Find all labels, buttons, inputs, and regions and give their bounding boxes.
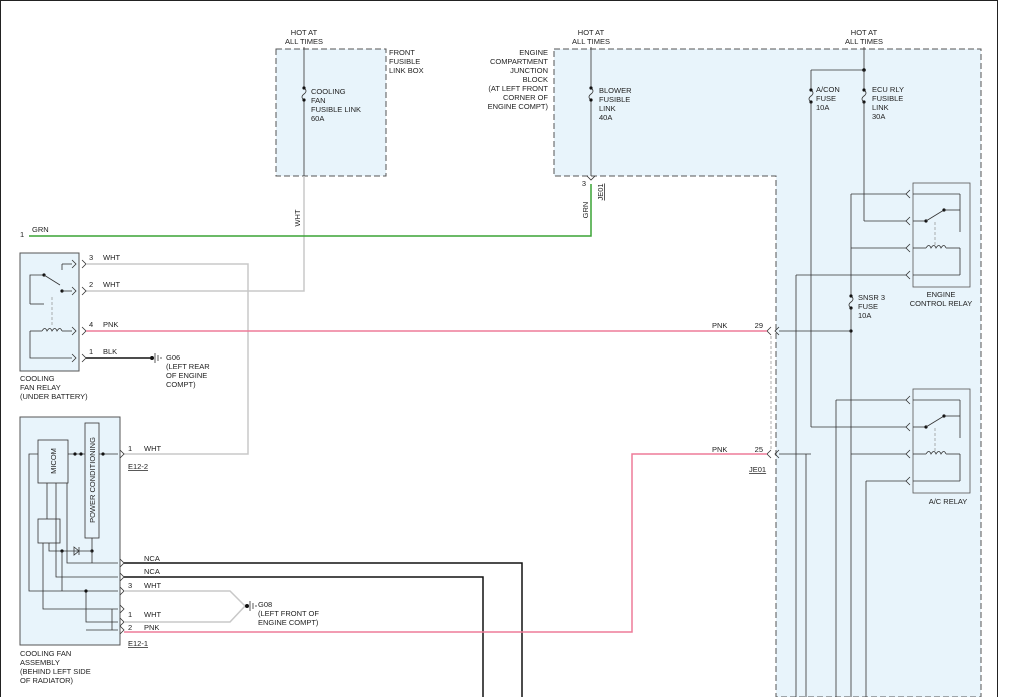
assembly-pin-2-num: 2	[128, 623, 132, 632]
ac-relay-label: A/C RELAY	[929, 497, 968, 506]
front-fusible-link-box: HOT AT ALL TIMES COOLING FAN FUSIBLE LINK 60…	[275, 28, 424, 177]
junction-block-label: ENGINE COMPARTMENT JUNCTION BLOCK (AT LEFT F…	[488, 48, 549, 111]
nca-label-1: NCA	[144, 554, 160, 563]
assembly-pin-3-num: 3	[128, 581, 132, 590]
je01-pin-25: 25	[755, 445, 763, 454]
wht-wire-vertical-label: WHT	[293, 209, 302, 226]
assembly-pin-1-wire: WHT	[144, 610, 161, 619]
cooling-fan-relay: COOLING FAN RELAY (UNDER BATTERY)	[19, 252, 88, 401]
hot-label-1: HOT AT ALL TIMES	[285, 28, 323, 46]
pnk-label-upper: PNK	[712, 321, 727, 330]
engine-compartment-junction-block: ENGINE COMPARTMENT JUNCTION BLOCK (AT LEFT F…	[488, 28, 982, 697]
assembly-pin-3-wire: WHT	[144, 581, 161, 590]
ground-g08-label: G08 (LEFT FRONT OF ENGINE COMPT)	[258, 600, 319, 627]
cooling-fan-assembly: MICOM POWER CONDITIONING COOLING FAN ASS…	[19, 416, 125, 685]
relay-pin-1-num: 1	[89, 347, 93, 356]
relay-pin-1-wire: BLK	[103, 347, 117, 356]
relay-pin-3-num: 3	[89, 253, 93, 262]
wiring-diagram: HOT AT ALL TIMES COOLING FAN FUSIBLE LINK 60…	[0, 0, 998, 697]
pnk-label-lower: PNK	[712, 445, 727, 454]
cooling-fan-relay-label: COOLING FAN RELAY (UNDER BATTERY)	[20, 374, 88, 401]
cooling-fan-assembly-label: COOLING FAN ASSEMBLY (BEHIND LEFT SIDE OF R…	[20, 649, 91, 685]
assembly-pin-2-wire: PNK	[144, 623, 159, 632]
assembly-pin-1-num: 1	[128, 610, 132, 619]
hot-label-2: HOT AT ALL TIMES	[572, 28, 610, 46]
nca-label-2: NCA	[144, 567, 160, 576]
front-fusible-box-label: FRONT FUSIBLE LINK BOX	[389, 48, 424, 75]
e12-2-connector: E12-2	[128, 462, 148, 471]
e12-2-pin-wire: WHT	[144, 444, 161, 453]
je01-connector-bottom: JE01	[749, 465, 766, 474]
ground-g06-symbol	[150, 353, 162, 363]
left-grn-pin-num: 1	[20, 230, 24, 239]
e12-2-pin-num: 1	[128, 444, 132, 453]
grn-wire-vertical-label: GRN	[581, 202, 590, 219]
e12-1-connector: E12-1	[128, 639, 148, 648]
relay-pin-4-num: 4	[89, 320, 93, 329]
ground-g08-symbol	[245, 601, 257, 611]
micom-label: MICOM	[49, 448, 58, 474]
je01-connector-top: JE01	[596, 183, 605, 200]
je01-pin-3: 3	[582, 179, 586, 188]
ground-g06-label: G06 (LEFT REAR OF ENGINE COMPT)	[166, 353, 210, 389]
je01-pin-29: 29	[755, 321, 763, 330]
relay-pin-2-wire: WHT	[103, 280, 120, 289]
relay-pin-3-wire: WHT	[103, 253, 120, 262]
relay-pin-2-num: 2	[89, 280, 93, 289]
hot-label-3: HOT AT ALL TIMES	[845, 28, 883, 46]
ic-block	[37, 518, 61, 544]
power-conditioning-label: POWER CONDITIONING	[88, 437, 97, 523]
relay-pin-4-wire: PNK	[103, 320, 118, 329]
left-grn-wire-label: GRN	[32, 225, 49, 234]
